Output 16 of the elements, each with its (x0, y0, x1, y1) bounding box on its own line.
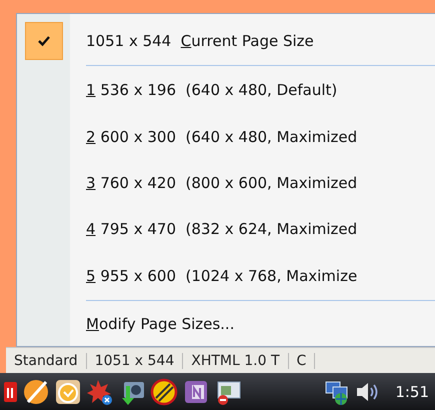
menu-item[interactable]: 3 760 x 420 (800 x 600, Maximized (86, 174, 358, 192)
slashed-circle-icon[interactable] (22, 378, 50, 406)
status-text: C (288, 352, 316, 368)
striped-circle-icon[interactable] (150, 378, 178, 406)
menu-item[interactable]: 5 955 x 600 (1024 x 768, Maximize (86, 266, 358, 285)
app-icon[interactable] (4, 379, 18, 405)
status-text: Standard (6, 352, 87, 368)
menu-item[interactable]: 1 536 x 196 (640 x 480, Default) (86, 81, 338, 100)
clock[interactable]: 1:51 (385, 383, 435, 401)
menu-item[interactable]: 4 795 x 470 (832 x 624, Maximized (86, 220, 358, 238)
status-text: XHTML 1.0 T (183, 352, 289, 368)
menu-item[interactable]: 2 600 x 300 (640 x 480, Maximized (86, 128, 358, 146)
menu-item[interactable]: Modify Page Sizes... (86, 314, 234, 333)
notebook-icon[interactable] (182, 378, 210, 406)
status-text: 1051 x 544 (86, 352, 184, 368)
menu-item[interactable]: 1051 x 544 Current Page Size (86, 32, 314, 50)
